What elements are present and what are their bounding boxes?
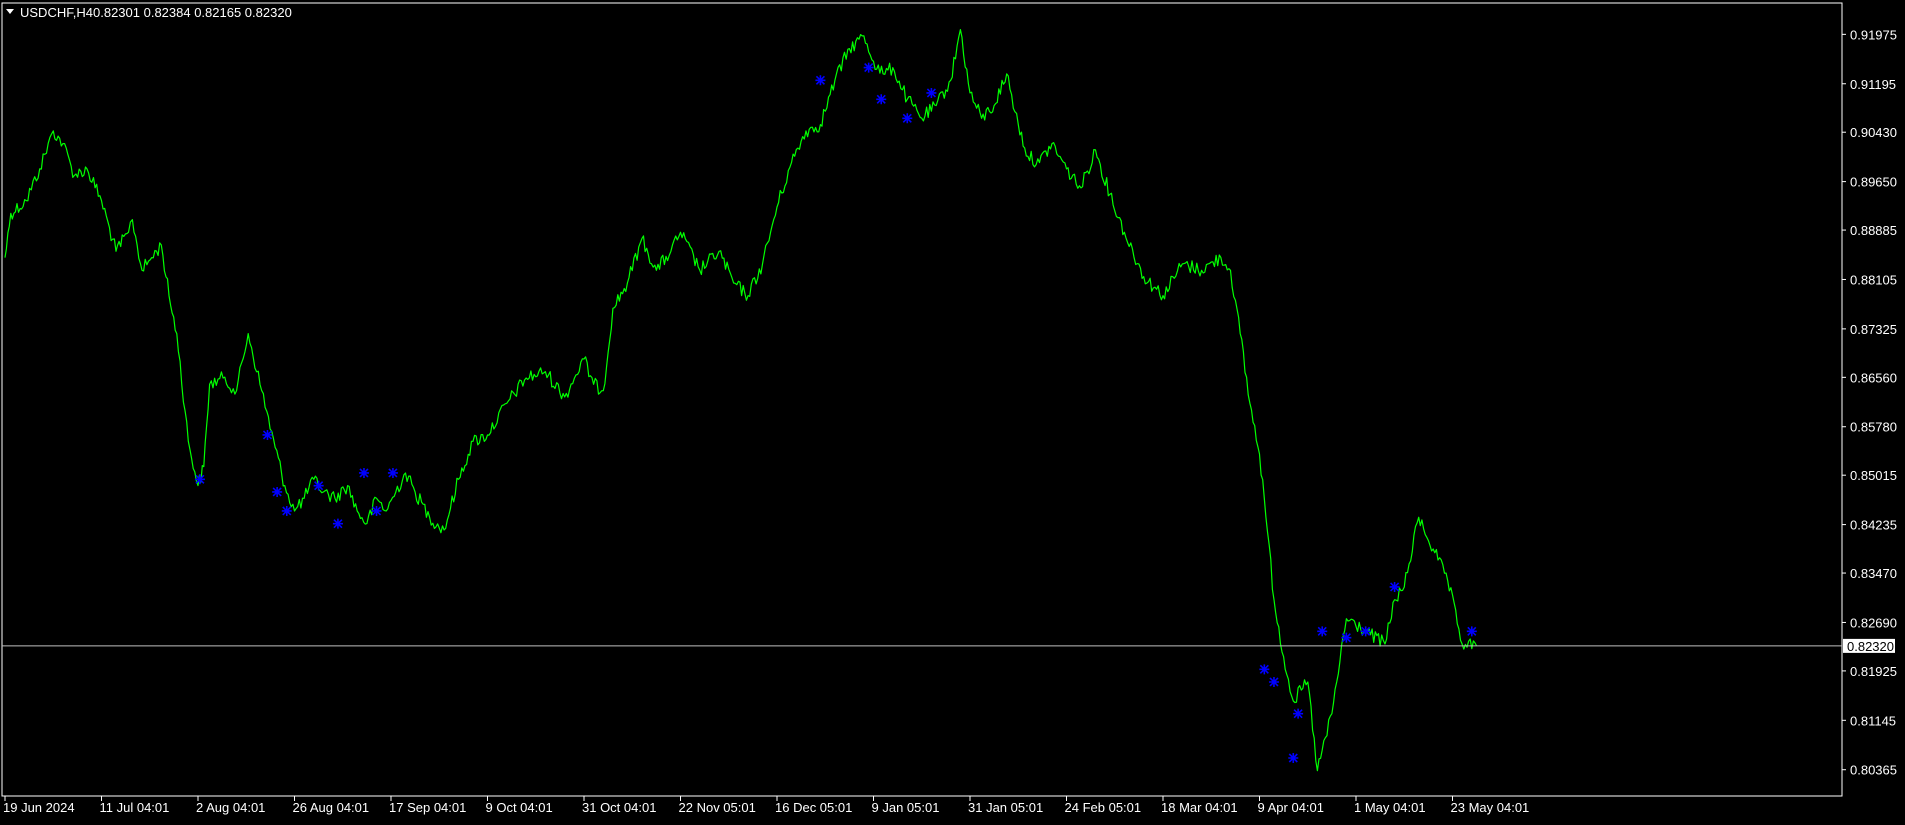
- signal-marker: [1341, 632, 1352, 643]
- y-tick-label: 0.83470: [1850, 566, 1897, 581]
- signal-marker: [926, 87, 937, 98]
- signal-marker: [313, 480, 324, 491]
- x-tick-label: 17 Sep 04:01: [389, 800, 466, 815]
- y-tick-label: 0.81145: [1850, 713, 1896, 728]
- y-tick-label: 0.85015: [1850, 468, 1897, 483]
- y-tick-label: 0.88105: [1850, 272, 1897, 287]
- chart-window[interactable]: USDCHF,H4 0.82301 0.82384 0.82165 0.8232…: [0, 0, 1905, 820]
- chart-header: USDCHF,H4 0.82301 0.82384 0.82165 0.8232…: [6, 5, 292, 20]
- y-tick-label: 0.90430: [1850, 125, 1897, 140]
- x-tick-label: 19 Jun 2024: [3, 800, 75, 815]
- signal-marker: [272, 486, 283, 497]
- ohlc-values: 0.82301 0.82384 0.82165 0.82320: [93, 5, 292, 20]
- x-tick-label: 11 Jul 04:01: [100, 800, 170, 815]
- x-tick-label: 9 Oct 04:01: [486, 800, 553, 815]
- current-price-value: 0.82320: [1847, 639, 1894, 654]
- signal-marker: [863, 62, 874, 73]
- chart-background: [0, 0, 1905, 820]
- signal-marker: [1317, 626, 1328, 637]
- y-tick-label: 0.85780: [1850, 420, 1897, 435]
- x-tick-label: 31 Jan 05:01: [968, 800, 1043, 815]
- signal-marker: [1293, 708, 1304, 719]
- signal-marker: [281, 505, 292, 516]
- signal-marker: [1288, 752, 1299, 763]
- x-tick-label: 2 Aug 04:01: [196, 800, 265, 815]
- signal-marker: [1466, 626, 1477, 637]
- y-tick-label: 0.91195: [1850, 77, 1896, 92]
- y-tick-label: 0.87325: [1850, 322, 1897, 337]
- signal-marker: [815, 75, 826, 86]
- y-tick-label: 0.89650: [1850, 175, 1897, 190]
- y-tick-label: 0.91975: [1850, 27, 1897, 42]
- y-tick-label: 0.82690: [1850, 615, 1897, 630]
- signal-marker: [902, 113, 913, 124]
- x-tick-label: 9 Apr 04:01: [1258, 800, 1325, 815]
- x-tick-label: 23 May 04:01: [1451, 800, 1530, 815]
- signal-marker: [1268, 676, 1279, 687]
- x-tick-label: 9 Jan 05:01: [872, 800, 940, 815]
- y-tick-label: 0.86560: [1850, 370, 1897, 385]
- symbol-header: USDCHF,H4: [20, 5, 93, 20]
- signal-marker: [194, 474, 205, 485]
- signal-marker: [1389, 581, 1400, 592]
- signal-marker: [1360, 626, 1371, 637]
- y-tick-label: 0.88885: [1850, 223, 1897, 238]
- x-tick-label: 1 May 04:01: [1354, 800, 1426, 815]
- y-tick-label: 0.81925: [1850, 664, 1897, 679]
- signal-marker: [262, 429, 273, 440]
- signal-marker: [332, 518, 343, 529]
- price-chart[interactable]: USDCHF,H4 0.82301 0.82384 0.82165 0.8232…: [0, 0, 1905, 820]
- signal-marker: [387, 467, 398, 478]
- x-tick-label: 24 Feb 05:01: [1065, 800, 1142, 815]
- signal-marker: [371, 505, 382, 516]
- x-tick-label: 26 Aug 04:01: [293, 800, 370, 815]
- y-tick-label: 0.80365: [1850, 763, 1897, 778]
- y-tick-label: 0.84235: [1850, 518, 1897, 533]
- signal-marker: [358, 467, 369, 478]
- signal-marker: [876, 94, 887, 105]
- x-tick-label: 18 Mar 04:01: [1161, 800, 1238, 815]
- signal-marker: [1259, 664, 1270, 675]
- x-tick-label: 31 Oct 04:01: [582, 800, 656, 815]
- x-tick-label: 22 Nov 05:01: [679, 800, 756, 815]
- x-tick-label: 16 Dec 05:01: [775, 800, 852, 815]
